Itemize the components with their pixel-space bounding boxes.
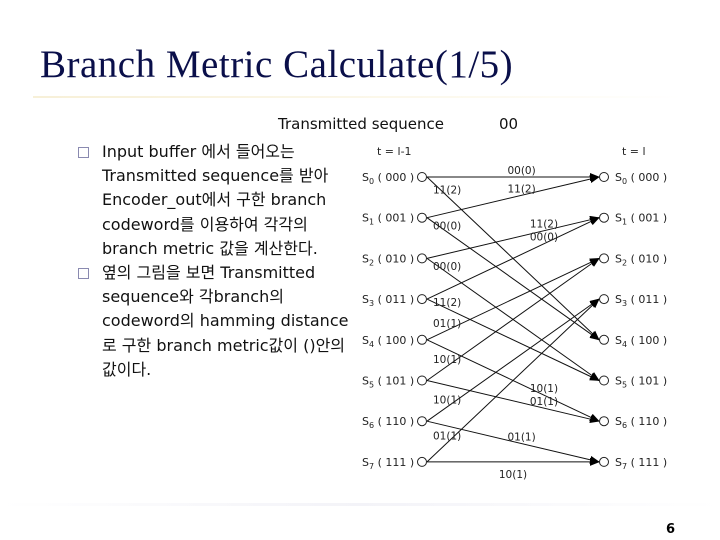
branch-metric-label: 00(0)	[433, 220, 461, 232]
left-state-node	[417, 456, 427, 467]
branch-metric-label: 10(1)	[499, 469, 527, 481]
branch-metric-label: 01(1)	[433, 430, 461, 442]
page-number: 6	[666, 522, 676, 537]
left-state-node	[417, 212, 427, 223]
footer-divider	[0, 503, 720, 506]
left-state-label: S6 ( 110 )	[362, 415, 414, 430]
left-state-label: S3 ( 011 )	[362, 293, 414, 308]
right-state-node	[599, 416, 609, 427]
branch-metric-label: 00(0)	[507, 165, 535, 177]
left-state-label: S0 ( 000 )	[362, 171, 414, 186]
branch-metric-label: 11(2)	[433, 185, 461, 197]
left-state-node	[417, 253, 427, 264]
branch-metric-label: 11(2)	[530, 219, 558, 231]
left-state-node	[417, 172, 427, 182]
branch-metric-label: 10(1)	[433, 395, 461, 407]
right-time-label: t = l	[622, 145, 646, 158]
right-state-label: S3 ( 011 )	[615, 293, 667, 308]
branch-s3-to-s5	[426, 298, 600, 381]
left-time-label: t = l-1	[377, 145, 412, 158]
left-state-label: S5 ( 101 )	[362, 375, 414, 390]
left-state-node	[417, 416, 427, 427]
left-state-node	[417, 334, 427, 345]
branch-metric-label: 10(1)	[530, 383, 558, 395]
right-state-label: S1 ( 001 )	[615, 212, 667, 227]
right-state-label: S2 ( 010 )	[615, 252, 667, 267]
right-state-label: S7 ( 111 )	[615, 456, 667, 471]
right-state-node	[599, 253, 609, 264]
branch-metric-label: 10(1)	[433, 354, 461, 366]
right-state-node	[599, 456, 609, 467]
right-state-label: S0 ( 000 )	[615, 171, 667, 186]
right-state-node	[599, 375, 609, 386]
branch-metric-label: 01(1)	[530, 396, 558, 408]
left-state-node	[417, 294, 427, 305]
branch-metric-label: 11(2)	[433, 297, 461, 309]
left-state-node	[417, 375, 427, 386]
right-state-label: S6 ( 110 )	[615, 415, 667, 430]
trellis-diagram: t = l-1 t = l 00(0)11(2) 11(2)00(0) 11(2)0…	[362, 145, 667, 481]
left-state-label: S4 ( 100 )	[362, 334, 414, 349]
right-state-node	[599, 294, 609, 305]
right-state-label: S5 ( 101 )	[615, 375, 667, 390]
branch-metric-label: 11(2)	[507, 183, 535, 195]
right-state-label: S4 ( 100 )	[615, 334, 667, 349]
right-state-node	[599, 212, 609, 223]
branch-metric-label: 01(1)	[507, 432, 535, 444]
right-state-node	[599, 334, 609, 345]
left-state-label: S1 ( 001 )	[362, 212, 414, 227]
branch-metric-label: 01(1)	[433, 318, 461, 330]
right-state-node	[599, 172, 609, 182]
branch-metric-label: 00(0)	[433, 261, 461, 273]
left-state-label: S2 ( 010 )	[362, 252, 414, 267]
left-state-label: S7 ( 111 )	[362, 456, 414, 471]
branch-metric-label: 00(0)	[530, 232, 558, 244]
